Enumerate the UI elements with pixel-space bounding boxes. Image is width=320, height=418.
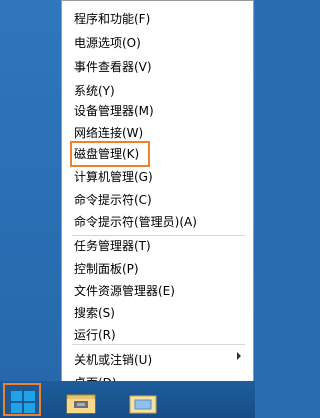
menu-item-programs-features[interactable]: 程序和功能(F) [74,9,150,29]
menu-item-network-connections[interactable]: 网络连接(W) [74,123,143,143]
menu-item-command-prompt[interactable]: 命令提示符(C) [74,190,152,210]
taskbar [0,381,255,418]
menu-item-search[interactable]: 搜索(S) [74,303,115,323]
file-explorer-icon[interactable] [64,391,98,415]
menu-item-disk-management[interactable]: 磁盘管理(K) [74,144,139,164]
taskbar-app-icon[interactable] [126,391,160,415]
menu-item-task-manager[interactable]: 任务管理器(T) [74,236,151,256]
menu-item-command-prompt-admin[interactable]: 命令提示符(管理员)(A) [74,212,197,232]
winx-context-menu: 程序和功能(F) 电源选项(O) 事件查看器(V) 系统(Y) 设备管理器(M)… [61,0,254,392]
menu-item-power-options[interactable]: 电源选项(O) [74,33,141,53]
menu-item-system[interactable]: 系统(Y) [74,81,115,101]
menu-item-event-viewer[interactable]: 事件查看器(V) [74,57,152,77]
start-button[interactable] [3,383,41,416]
desktop: 程序和功能(F) 电源选项(O) 事件查看器(V) 系统(Y) 设备管理器(M)… [0,0,255,418]
menu-item-file-explorer[interactable]: 文件资源管理器(E) [74,281,175,301]
menu-item-run[interactable]: 运行(R) [74,325,116,345]
menu-item-device-manager[interactable]: 设备管理器(M) [74,101,154,121]
menu-separator [72,344,245,345]
menu-item-control-panel[interactable]: 控制面板(P) [74,259,139,279]
chevron-right-icon [237,352,241,360]
menu-item-shutdown-signout[interactable]: 关机或注销(U) [74,350,152,370]
menu-item-computer-management[interactable]: 计算机管理(G) [74,167,153,187]
